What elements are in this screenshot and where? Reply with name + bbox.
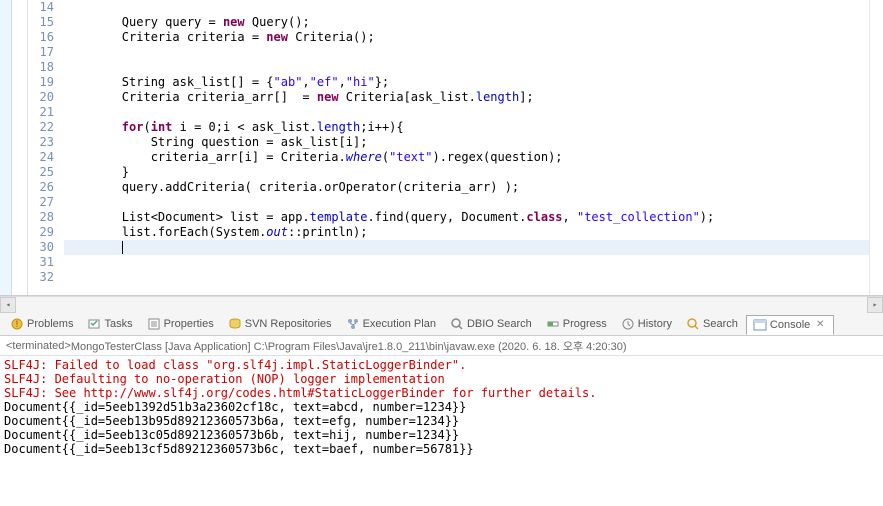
line-number[interactable]: 32 — [28, 270, 54, 285]
code-line[interactable] — [64, 0, 883, 15]
code-line[interactable]: Criteria criteria = new Criteria(); — [64, 30, 883, 45]
code-content[interactable]: Query query = new Query(); Criteria crit… — [60, 0, 883, 295]
line-number[interactable]: 16 — [28, 30, 54, 45]
tab-label: Tasks — [104, 318, 132, 330]
code-line[interactable]: for(int i = 0;i < ask_list.length;i++){ — [64, 120, 883, 135]
code-line[interactable]: criteria_arr[i] = Criteria.where("text")… — [64, 150, 883, 165]
line-number[interactable]: 20 — [28, 90, 54, 105]
line-number[interactable]: 25 — [28, 165, 54, 180]
scroll-left-button[interactable]: ◂ — [0, 297, 16, 313]
code-line[interactable] — [64, 195, 883, 210]
code-line[interactable] — [64, 60, 883, 75]
line-number[interactable]: 14 — [28, 0, 54, 15]
code-line[interactable] — [64, 105, 883, 120]
code-line[interactable] — [64, 45, 883, 60]
tab-dbio-search[interactable]: DBIO Search — [444, 315, 538, 333]
code-line[interactable] — [64, 270, 883, 285]
tab-history[interactable]: History — [615, 315, 678, 333]
tab-label: Console — [770, 319, 810, 331]
dbio-icon — [450, 317, 464, 331]
properties-icon — [147, 317, 161, 331]
tab-label: Execution Plan — [363, 318, 436, 330]
console-status-terminated: <terminated> — [6, 340, 71, 352]
tab-tasks[interactable]: Tasks — [81, 315, 138, 333]
tab-progress[interactable]: Progress — [540, 315, 613, 333]
tab-svn-repositories[interactable]: SVN Repositories — [222, 315, 338, 333]
console-line: Document{{_id=5eeb13c05d89212360573b6b, … — [4, 428, 879, 442]
overview-ruler[interactable] — [869, 0, 883, 295]
line-number[interactable]: 19 — [28, 75, 54, 90]
tab-label: Problems — [27, 318, 73, 330]
console-icon — [753, 318, 767, 332]
code-line[interactable]: query.addCriteria( criteria.orOperator(c… — [64, 180, 883, 195]
line-number[interactable]: 29 — [28, 225, 54, 240]
tab-execution-plan[interactable]: Execution Plan — [340, 315, 442, 333]
tab-label: SVN Repositories — [245, 318, 332, 330]
console-line: Document{{_id=5eeb13b95d89212360573b6a, … — [4, 414, 879, 428]
code-line[interactable]: String question = ask_list[i]; — [64, 135, 883, 150]
search-icon — [686, 317, 700, 331]
console-output[interactable]: SLF4J: Failed to load class "org.slf4j.i… — [0, 356, 883, 458]
close-icon[interactable]: ✕ — [813, 318, 827, 332]
progress-icon — [546, 317, 560, 331]
tab-console[interactable]: Console✕ — [746, 315, 834, 335]
tab-label: DBIO Search — [467, 318, 532, 330]
line-number[interactable]: 28 — [28, 210, 54, 225]
line-number[interactable]: 31 — [28, 255, 54, 270]
console-status-bar: <terminated> MongoTesterClass [Java Appl… — [0, 336, 883, 356]
console-line: Document{{_id=5eeb13cf5d89212360573b6c, … — [4, 442, 879, 456]
line-number[interactable]: 18 — [28, 60, 54, 75]
tasks-icon — [87, 317, 101, 331]
line-number[interactable]: 23 — [28, 135, 54, 150]
editor-ruler — [12, 0, 28, 295]
tab-properties[interactable]: Properties — [141, 315, 220, 333]
line-number[interactable]: 24 — [28, 150, 54, 165]
line-number[interactable]: 22 — [28, 120, 54, 135]
code-line[interactable] — [64, 240, 883, 255]
code-editor[interactable]: 14151617181920212223242526272829303132 Q… — [0, 0, 883, 296]
console-line: Document{{_id=5eeb1392d51b3a23602cf18c, … — [4, 400, 879, 414]
code-line[interactable]: } — [64, 165, 883, 180]
horizontal-scrollbar[interactable]: ◂ ▸ — [0, 296, 883, 312]
line-number[interactable]: 21 — [28, 105, 54, 120]
code-line[interactable]: Query query = new Query(); — [64, 15, 883, 30]
execplan-icon — [346, 317, 360, 331]
console-line: SLF4J: See http://www.slf4j.org/codes.ht… — [4, 386, 879, 400]
line-number[interactable]: 15 — [28, 15, 54, 30]
line-number[interactable]: 27 — [28, 195, 54, 210]
line-number-gutter[interactable]: 14151617181920212223242526272829303132 — [28, 0, 60, 295]
console-status-text: MongoTesterClass [Java Application] C:\P… — [71, 338, 627, 354]
tab-label: Properties — [164, 318, 214, 330]
line-number[interactable]: 17 — [28, 45, 54, 60]
tab-label: History — [638, 318, 672, 330]
svg-text:!: ! — [16, 319, 19, 329]
line-number[interactable]: 26 — [28, 180, 54, 195]
code-line[interactable]: list.forEach(System.out::println); — [64, 225, 883, 240]
console-line: SLF4J: Failed to load class "org.slf4j.i… — [4, 358, 879, 372]
tab-label: Search — [703, 318, 738, 330]
console-line: SLF4J: Defaulting to no-operation (NOP) … — [4, 372, 879, 386]
tab-problems[interactable]: ! Problems — [4, 315, 79, 333]
tab-label: Progress — [563, 318, 607, 330]
history-icon — [621, 317, 635, 331]
code-line[interactable]: List<Document> list = app.template.find(… — [64, 210, 883, 225]
code-line[interactable] — [64, 255, 883, 270]
line-number[interactable]: 30 — [28, 240, 54, 255]
scroll-right-button[interactable]: ▸ — [867, 297, 883, 313]
editor-left-margin — [0, 0, 12, 295]
views-tab-bar: ! Problems Tasks Properties SVN Repositories… — [0, 312, 883, 336]
code-line[interactable]: String ask_list[] = {"ab","ef","hi"}; — [64, 75, 883, 90]
code-line[interactable]: Criteria criteria_arr[] = new Criteria[a… — [64, 90, 883, 105]
problems-icon: ! — [10, 317, 24, 331]
tab-search[interactable]: Search — [680, 315, 744, 333]
svn-icon — [228, 317, 242, 331]
scroll-track[interactable] — [16, 297, 867, 313]
